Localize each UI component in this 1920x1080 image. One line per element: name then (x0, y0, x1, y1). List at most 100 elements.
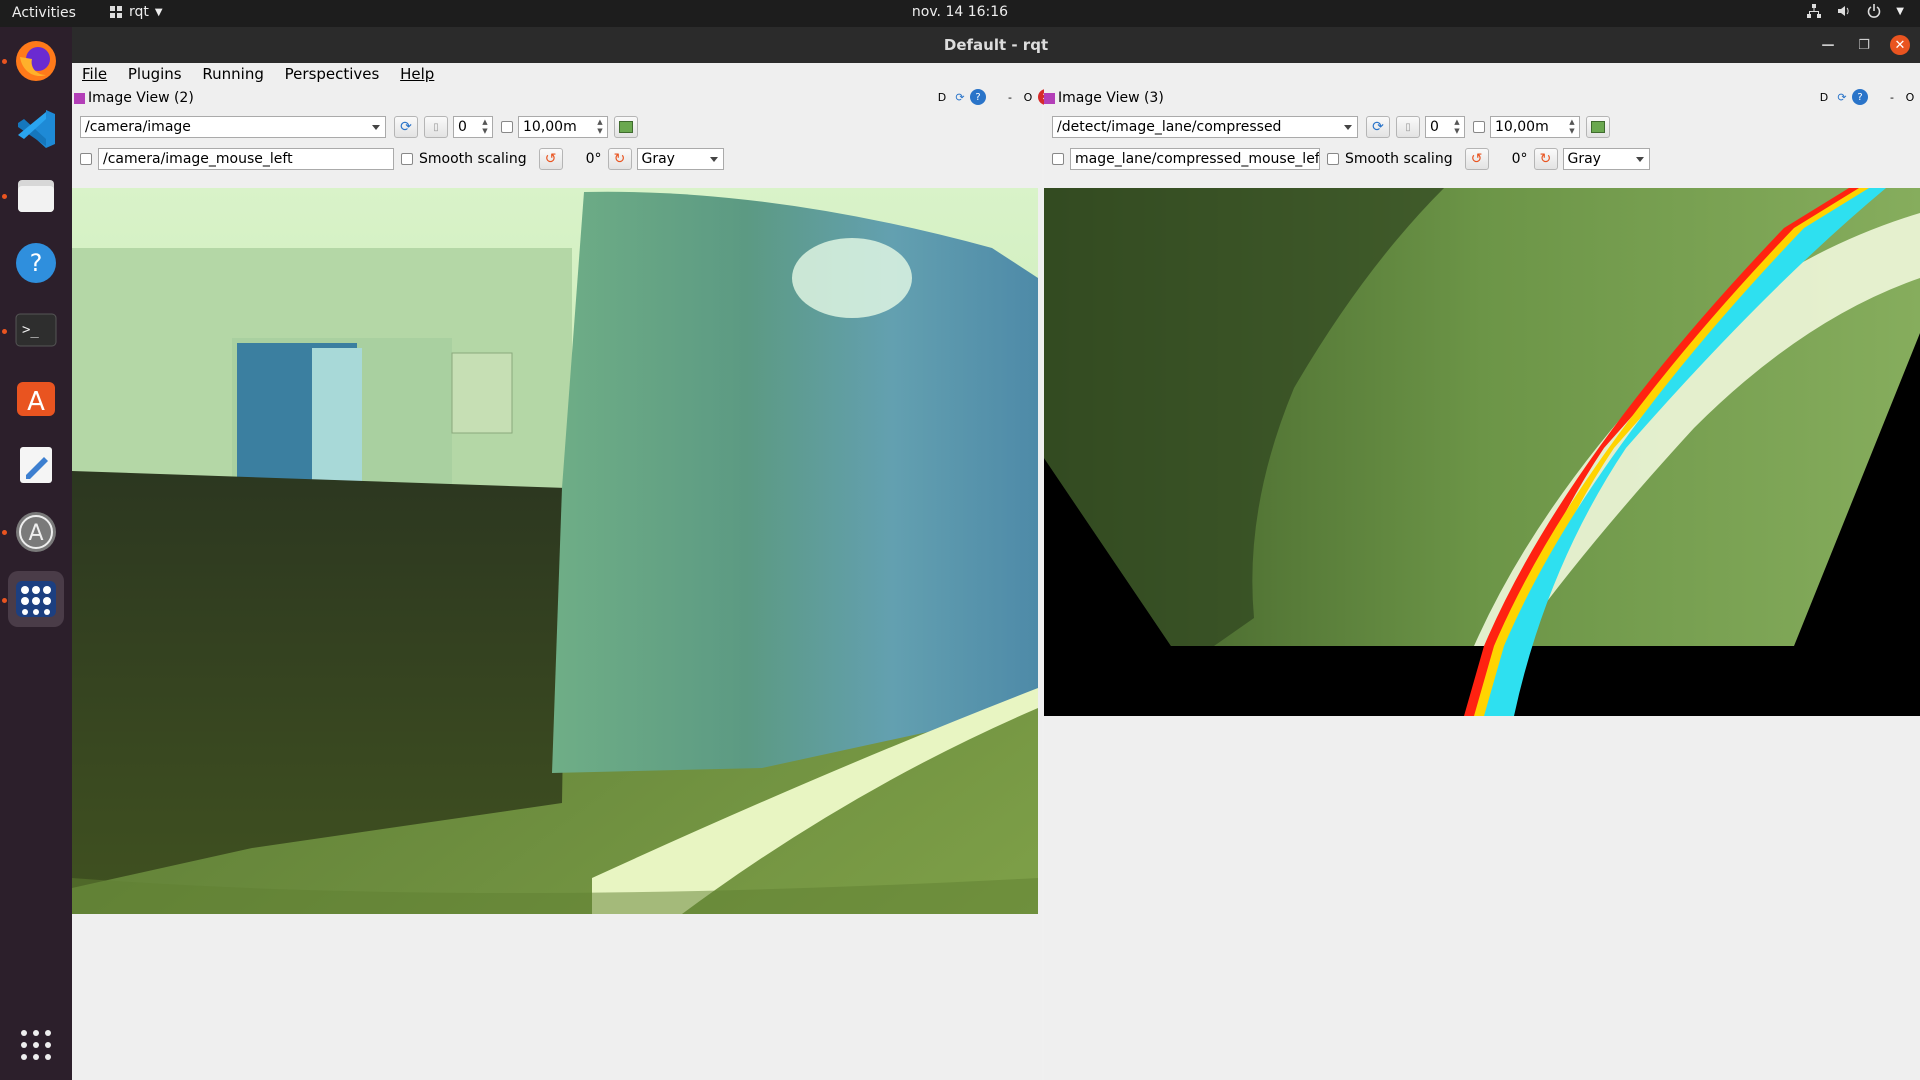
window-titlebar[interactable]: Default - rqt — ❐ ✕ (72, 27, 1920, 63)
menu-running[interactable]: Running (202, 65, 263, 83)
topic-value: /camera/image (85, 119, 191, 135)
maximize-icon[interactable]: ❐ (1854, 35, 1874, 55)
rotate-right-icon: ↻ (1539, 151, 1552, 167)
save-image-icon (619, 121, 633, 133)
pause-button[interactable]: ▯ (1396, 116, 1420, 138)
float-pane-button[interactable]: O (1020, 89, 1036, 105)
topic-value: /detect/image_lane/compressed (1057, 119, 1282, 135)
menu-plugins[interactable]: Plugins (128, 65, 182, 83)
rotate-left-icon: ↺ (544, 151, 557, 167)
running-indicator (2, 59, 7, 64)
camera-image[interactable] (72, 188, 1038, 914)
reload-icon[interactable]: ⟳ (952, 89, 968, 105)
lane-detection-image[interactable] (1044, 188, 1920, 716)
svg-text:A: A (27, 387, 45, 417)
chevron-down-icon (1344, 125, 1352, 130)
rotate-left-button[interactable]: ↺ (1464, 148, 1489, 170)
activities-button[interactable]: Activities (12, 5, 76, 21)
power-icon (1868, 4, 1881, 18)
svg-text:?: ? (30, 249, 43, 277)
refresh-topics-button[interactable]: ⟳ (394, 116, 418, 138)
spin-input[interactable]: 0 ▲ ▼ (1425, 116, 1465, 138)
app-grid-icon[interactable] (8, 571, 64, 627)
app-menu-label: rqt (129, 4, 149, 20)
chevron-down-icon (372, 125, 380, 130)
menu-help[interactable]: Help (400, 65, 434, 83)
duration-input[interactable]: 10,00m ▲ ▼ (518, 116, 608, 138)
rotate-right-button[interactable]: ↻ (1533, 148, 1558, 170)
volume-icon (1838, 6, 1849, 16)
rotate-left-button[interactable]: ↺ (538, 148, 563, 170)
color-mode-value: Gray (1567, 151, 1601, 167)
chevron-down-icon (709, 157, 718, 162)
topic-select[interactable]: /detect/image_lane/compressed (1052, 116, 1358, 138)
duration-checkbox[interactable] (501, 121, 513, 133)
spin-arrows-icon[interactable]: ▲ ▼ (1451, 118, 1463, 136)
spin-arrows-icon[interactable]: ▲ ▼ (479, 118, 491, 136)
chevron-down-icon (1635, 157, 1644, 162)
firefox-icon[interactable] (8, 33, 64, 89)
dock: ? >_ A A (0, 27, 72, 1080)
rotate-right-button[interactable]: ↻ (607, 148, 632, 170)
mouse-publish-checkbox[interactable] (80, 153, 92, 165)
help-icon[interactable]: ? (970, 89, 986, 105)
menu-file[interactable]: File (82, 65, 107, 83)
refresh-topics-button[interactable]: ⟳ (1366, 116, 1390, 138)
topic-select[interactable]: /camera/image (80, 116, 386, 138)
mouse-publish-checkbox[interactable] (1052, 153, 1064, 165)
close-icon[interactable]: ✕ (1890, 35, 1910, 55)
smooth-scaling-checkbox[interactable] (401, 153, 413, 165)
running-indicator (2, 329, 7, 334)
system-tray[interactable]: ▼ (1806, 3, 1904, 19)
save-image-button[interactable] (614, 116, 638, 138)
menu-bar: File Plugins Running Perspectives Help (72, 63, 1920, 86)
chevron-down-icon: ▼ (154, 6, 163, 18)
mouse-topic-input[interactable]: /camera/image_mouse_left (98, 148, 394, 170)
docking-icon[interactable]: D (934, 89, 950, 105)
duration-input[interactable]: 10,00m ▲ ▼ (1490, 116, 1580, 138)
smooth-scaling-checkbox[interactable] (1327, 153, 1339, 165)
color-mode-select[interactable]: Gray (1562, 148, 1650, 170)
mouse-topic-input[interactable]: mage_lane/compressed_mouse_left (1070, 148, 1320, 170)
show-applications-icon[interactable] (8, 1017, 64, 1073)
duration-value: 10,00m (523, 119, 577, 135)
running-indicator (2, 530, 7, 535)
mouse-topic-value: /camera/image_mouse_left (103, 151, 293, 167)
smooth-scaling-label: Smooth scaling (419, 151, 527, 167)
duration-checkbox[interactable] (1473, 121, 1485, 133)
minimize-pane-button[interactable]: - (1002, 89, 1018, 105)
rotate-left-icon: ↺ (1470, 151, 1483, 167)
docking-icon[interactable]: D (1816, 89, 1832, 105)
spin-arrows-icon[interactable]: ▲ ▼ (1566, 118, 1578, 136)
files-icon[interactable] (8, 168, 64, 224)
network-icon (1807, 4, 1822, 18)
minimize-icon[interactable]: — (1818, 35, 1838, 55)
minimize-pane-button[interactable]: - (1884, 89, 1900, 105)
save-image-icon (1591, 121, 1605, 133)
clock[interactable]: nov. 14 16:16 (912, 4, 1008, 20)
app-menu[interactable]: rqt ▼ (109, 4, 163, 20)
menu-perspectives[interactable]: Perspectives (285, 65, 380, 83)
running-indicator (2, 598, 7, 603)
save-image-button[interactable] (1586, 116, 1610, 138)
terminal-icon[interactable]: >_ (8, 302, 64, 358)
spin-value: 0 (1430, 119, 1439, 135)
color-mode-select[interactable]: Gray (636, 148, 724, 170)
image-view-right: Image View (3) D ⟳ ? - O ✕ /detect/image… (1044, 86, 1920, 1080)
updater-icon[interactable]: A (8, 504, 64, 560)
image-view-left: Image View (2) D ⟳ ? - O ✕ /camera/image… (72, 86, 1054, 1080)
spin-input[interactable]: 0 ▲ ▼ (453, 116, 493, 138)
vscode-icon[interactable] (8, 101, 64, 157)
pause-button[interactable]: ▯ (424, 116, 448, 138)
svg-text:>_: >_ (22, 322, 39, 338)
help-icon[interactable]: ? (8, 235, 64, 291)
chevron-down-icon: ▼ (1896, 5, 1904, 17)
pause-icon: ▯ (433, 121, 439, 133)
software-icon[interactable]: A (8, 369, 64, 425)
spin-arrows-icon[interactable]: ▲ ▼ (594, 118, 606, 136)
reload-icon[interactable]: ⟳ (1834, 89, 1850, 105)
float-pane-button[interactable]: O (1902, 89, 1918, 105)
help-icon[interactable]: ? (1852, 89, 1868, 105)
text-editor-icon[interactable] (8, 437, 64, 493)
refresh-icon: ⟳ (400, 119, 412, 135)
